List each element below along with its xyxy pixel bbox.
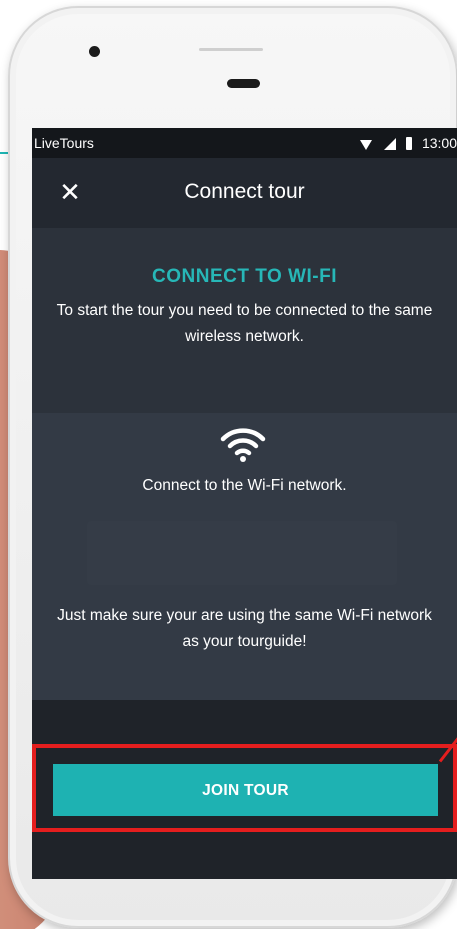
- phone-frame: LiveTours 13:00 ✕ Connect tour CONNECT T…: [8, 6, 457, 928]
- stage: LiveTours 13:00 ✕ Connect tour CONNECT T…: [0, 0, 457, 929]
- wifi-note: Just make sure your are using the same W…: [57, 607, 432, 650]
- phone-screen: LiveTours 13:00 ✕ Connect tour CONNECT T…: [32, 128, 457, 879]
- phone-chin: [58, 879, 428, 919]
- signal-icon: [383, 138, 396, 150]
- phone-speaker-grille: [199, 48, 263, 51]
- status-app-name: LiveTours: [34, 135, 94, 151]
- intro-section: CONNECT TO WI-FI To start the tour you n…: [32, 228, 457, 413]
- wifi-label: Connect to the Wi-Fi network.: [142, 477, 347, 494]
- intro-heading: CONNECT TO WI-FI: [152, 266, 337, 287]
- network-selector[interactable]: [87, 521, 397, 585]
- app-bar: ✕ Connect tour: [32, 158, 457, 228]
- join-tour-button[interactable]: JOIN TOUR: [53, 764, 438, 816]
- wifi-icon: [220, 428, 266, 462]
- status-icons: 13:00: [359, 135, 457, 151]
- status-bar: LiveTours 13:00: [32, 128, 457, 158]
- wifi-section: Connect to the Wi-Fi network. Just make …: [32, 413, 457, 700]
- battery-icon: [405, 136, 412, 150]
- wifi-status-icon: [359, 140, 372, 150]
- status-time: 13:00: [421, 135, 457, 151]
- front-camera: [89, 46, 100, 57]
- intro-text: To start the tour you need to be connect…: [56, 302, 433, 345]
- phone-earpiece: [227, 79, 260, 88]
- page-title: Connect tour: [184, 180, 305, 203]
